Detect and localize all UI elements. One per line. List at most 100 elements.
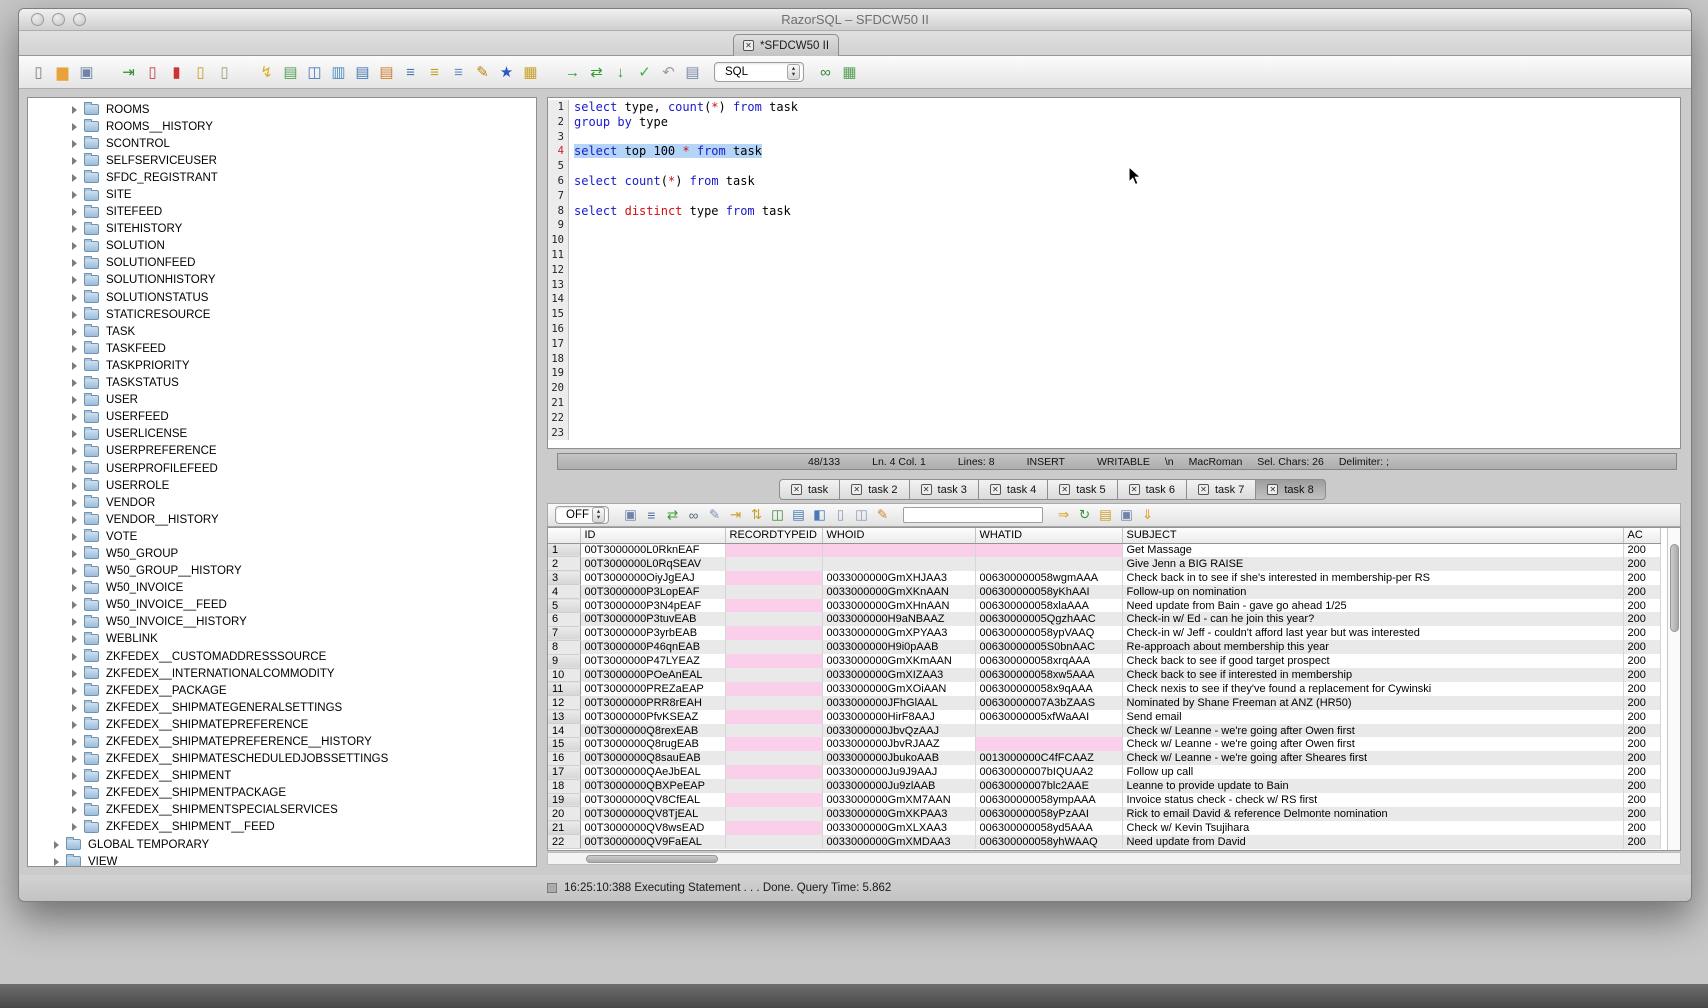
cell-recordtypeid[interactable]: [725, 807, 822, 821]
tree-item-solutionstatus[interactable]: SOLUTIONSTATUS: [28, 289, 536, 306]
cell-subject[interactable]: Follow-up on nomination: [1122, 585, 1623, 599]
tree-item-zkfedex-shipmatepreference-history[interactable]: ZKFEDEX__SHIPMATEPREFERENCE__HISTORY: [28, 733, 536, 750]
tree-item-staticresource[interactable]: STATICRESOURCE: [28, 306, 536, 323]
result-tab-task-4[interactable]: ✕task 4: [979, 479, 1048, 500]
result-tab-task-2[interactable]: ✕task 2: [840, 479, 909, 500]
cell-recordtypeid[interactable]: [725, 668, 822, 682]
cell-ac[interactable]: 200: [1623, 696, 1660, 710]
cell-subject[interactable]: Check back to see if interested in membe…: [1122, 668, 1623, 682]
swap-arrows-icon[interactable]: ⇄: [586, 62, 607, 83]
cell-whoid[interactable]: 0033000000JbvRJAAZ: [822, 737, 975, 751]
close-window-icon[interactable]: [31, 13, 44, 26]
editor-line[interactable]: 6select count(*) from task: [548, 174, 1680, 189]
tree-item-zkfedex-shipmategeneralsettings[interactable]: ZKFEDEX__SHIPMATEGENERALSETTINGS: [28, 699, 536, 716]
tree-item-selfserviceuser[interactable]: SELFSERVICEUSER: [28, 152, 536, 169]
cell-whoid[interactable]: 0033000000GmXKmAAN: [822, 654, 975, 668]
cell-id[interactable]: 00T3000000L0RqSEAV: [580, 557, 725, 571]
down-arrow-icon[interactable]: ↓: [610, 62, 631, 83]
disclosure-triangle-icon[interactable]: [72, 653, 77, 661]
tree-item-weblink[interactable]: WEBLINK: [28, 631, 536, 648]
sql-editor[interactable]: 1select type, count(*) from task2group b…: [547, 97, 1681, 449]
results-vscrollbar[interactable]: [1667, 528, 1680, 850]
editor-line[interactable]: 21: [548, 396, 1680, 411]
cell-whatid[interactable]: 006300000058yPzAAI: [975, 807, 1122, 821]
book-blue-icon[interactable]: ▤: [352, 62, 373, 83]
disclosure-triangle-icon[interactable]: [72, 704, 77, 712]
reload-table-icon[interactable]: ◫: [768, 506, 787, 525]
disclosure-triangle-icon[interactable]: [72, 140, 77, 148]
tree-item-userpreference[interactable]: USERPREFERENCE: [28, 443, 536, 460]
cell-subject[interactable]: Check w/ Leanne - we're going after Owen…: [1122, 724, 1623, 738]
list-view-icon[interactable]: ▤: [789, 506, 808, 525]
editor-line[interactable]: 14: [548, 292, 1680, 307]
tree-item-sitefeed[interactable]: SITEFEED: [28, 204, 536, 221]
editor-line[interactable]: 7: [548, 189, 1680, 204]
editor-line[interactable]: 1select type, count(*) from task: [548, 100, 1680, 115]
disclosure-triangle-icon[interactable]: [72, 806, 77, 814]
cell-whatid[interactable]: 006300000058ypVAAQ: [975, 626, 1122, 640]
cell-id[interactable]: 00T3000000QV8TjEAL: [580, 807, 725, 821]
cell-whoid[interactable]: 0033000000GmXM7AAN: [822, 793, 975, 807]
cell-subject[interactable]: Check w/ Kevin Tsujihara: [1122, 821, 1623, 835]
cell-id[interactable]: 00T3000000QV9FaEAL: [580, 835, 725, 849]
tree-item-w50-group[interactable]: W50_GROUP: [28, 545, 536, 562]
cell-whatid[interactable]: 00630000005QgzhAAC: [975, 612, 1122, 626]
copy-rows-icon[interactable]: ▯: [831, 506, 850, 525]
table-view-icon[interactable]: ◧: [810, 506, 829, 525]
tree-item-solutionfeed[interactable]: SOLUTIONFEED: [28, 255, 536, 272]
tab-close-icon[interactable]: ✕: [1267, 484, 1278, 495]
disclosure-triangle-icon[interactable]: [72, 225, 77, 233]
cell-ac[interactable]: 200: [1623, 710, 1660, 724]
cell-whatid[interactable]: 006300000058yKhAAI: [975, 585, 1122, 599]
tree-item-vote[interactable]: VOTE: [28, 528, 536, 545]
import-file-icon[interactable]: ⇥: [118, 62, 139, 83]
disclosure-triangle-icon[interactable]: [72, 447, 77, 455]
cell-whatid[interactable]: 006300000058ympAAA: [975, 793, 1122, 807]
disclosure-triangle-icon[interactable]: [72, 259, 77, 267]
cell-recordtypeid[interactable]: [725, 696, 822, 710]
commit-check-icon[interactable]: ✓: [634, 62, 655, 83]
cell-id[interactable]: 00T3000000Q8rugEAB: [580, 737, 725, 751]
editor-line[interactable]: 20: [548, 381, 1680, 396]
cell-subject[interactable]: Give Jenn a BIG RAISE: [1122, 557, 1623, 571]
editor-line[interactable]: 13: [548, 278, 1680, 293]
cell-ac[interactable]: 200: [1623, 640, 1660, 654]
cell-whoid[interactable]: 0033000000GmXMDAA3: [822, 835, 975, 849]
cell-recordtypeid[interactable]: [725, 543, 822, 557]
edit-file-icon[interactable]: ▯: [142, 62, 163, 83]
cell-whatid[interactable]: 006300000058xw5AAA: [975, 668, 1122, 682]
disclosure-triangle-icon[interactable]: [72, 106, 77, 114]
cell-id[interactable]: 00T3000000PfvKSEAZ: [580, 710, 725, 724]
cell-whoid[interactable]: 0033000000GmXHnAAN: [822, 599, 975, 613]
cell-whoid[interactable]: 0033000000GmXLXAA3: [822, 821, 975, 835]
cell-whatid[interactable]: 00630000007blc2AAE: [975, 779, 1122, 793]
cell-subject[interactable]: Check w/ Leanne - we're going after Shea…: [1122, 751, 1623, 765]
editor-line[interactable]: 5: [548, 159, 1680, 174]
disclosure-triangle-icon[interactable]: [72, 601, 77, 609]
tree-item-w50-invoice[interactable]: W50_INVOICE: [28, 580, 536, 597]
disclosure-triangle-icon[interactable]: [72, 328, 77, 336]
tab-close-icon[interactable]: ✕: [743, 40, 754, 51]
tree-item-sitehistory[interactable]: SITEHISTORY: [28, 221, 536, 238]
result-tab-task-7[interactable]: ✕task 7: [1187, 479, 1256, 500]
tree-item-userrole[interactable]: USERROLE: [28, 477, 536, 494]
file-db-icon[interactable]: ◫: [304, 62, 325, 83]
tree-item-userlicense[interactable]: USERLICENSE: [28, 426, 536, 443]
tree-item-zkfedex-shipmentpackage[interactable]: ZKFEDEX__SHIPMENTPACKAGE: [28, 785, 536, 802]
disclosure-triangle-icon[interactable]: [72, 670, 77, 678]
editor-line[interactable]: 2group by type: [548, 115, 1680, 130]
column-header-SUBJECT[interactable]: SUBJECT: [1122, 528, 1623, 543]
disclosure-triangle-icon[interactable]: [72, 533, 77, 541]
cell-ac[interactable]: 200: [1623, 737, 1660, 751]
cell-subject[interactable]: Invoice status check - check w/ RS first: [1122, 793, 1623, 807]
disclosure-triangle-icon[interactable]: [72, 242, 77, 250]
cell-whoid[interactable]: 0033000000JbvQzAAJ: [822, 724, 975, 738]
tree-item-userfeed[interactable]: USERFEED: [28, 409, 536, 426]
cell-whoid[interactable]: 0033000000JbukoAAB: [822, 751, 975, 765]
editor-line[interactable]: 4select top 100 * from task: [548, 144, 1680, 159]
disclosure-triangle-icon[interactable]: [72, 584, 77, 592]
cell-ac[interactable]: 200: [1623, 779, 1660, 793]
disclosure-triangle-icon[interactable]: [72, 499, 77, 507]
disclosure-triangle-icon[interactable]: [72, 738, 77, 746]
export-down-icon[interactable]: ⇓: [1138, 506, 1157, 525]
